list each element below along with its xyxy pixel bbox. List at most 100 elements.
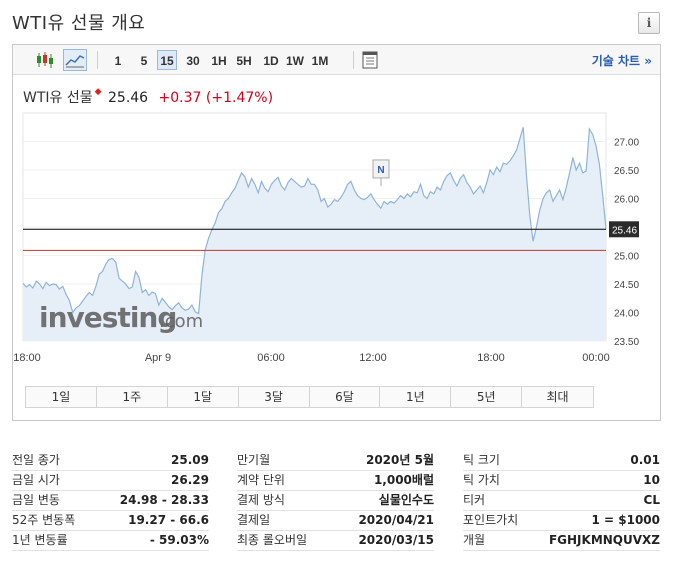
- x-tick-label: 06:00: [257, 352, 285, 364]
- stat-label: 전일 종가: [12, 453, 60, 467]
- investing-watermark: investing: [39, 301, 176, 334]
- stat-value: 10: [643, 473, 660, 487]
- up-arrow-icon: ◆: [94, 87, 102, 97]
- interval-button-1[interactable]: 1: [111, 50, 125, 70]
- stat-label: 틱 가치: [463, 473, 500, 487]
- stat-value: 2020/03/15: [358, 533, 434, 547]
- stat-label: 금일 시가: [12, 473, 60, 487]
- stat-label: 개월: [463, 533, 486, 547]
- chart-toolbar: 1 5 15 30 1H 5H 1D 1W 1M 기술 차트 »: [13, 45, 660, 75]
- interval-button-1w[interactable]: 1W: [284, 50, 306, 70]
- period-button[interactable]: 최대: [522, 387, 593, 407]
- y-tick-label: 24.00: [614, 309, 639, 320]
- quote-name: WTI유 선물: [23, 90, 93, 106]
- quote-change-value: +0.37: [158, 90, 202, 106]
- stat-label: 52주 변동폭: [12, 513, 76, 527]
- stat-label: 티커: [463, 493, 486, 507]
- quote-change: +0.37 (+1.47%): [159, 90, 274, 106]
- stat-value: 26.29: [171, 473, 209, 487]
- interval-button-5[interactable]: 5: [137, 50, 151, 70]
- stat-label: 만기월: [237, 453, 271, 467]
- candlestick-icon: [37, 52, 53, 68]
- y-tick-label: 23.50: [614, 337, 639, 348]
- page-title: WTI유 선물 개요: [12, 13, 146, 34]
- stat-value: 24.98 - 28.33: [119, 493, 209, 507]
- period-button[interactable]: 6달: [310, 387, 381, 407]
- stats-column-2: 만기월 2020년 5월계약 단위 1,000배럴결제 방식 실물인수도결제일 2020…: [237, 451, 434, 551]
- stat-row: 포인트가치 1 = $1000: [463, 511, 660, 531]
- stat-value: CL: [643, 493, 660, 507]
- quote-line: WTI유 선물 ◆ 25.46 +0.37 (+1.47%): [23, 87, 273, 107]
- stat-value: 2020/04/21: [358, 513, 434, 527]
- y-tick-label: 26.50: [614, 166, 639, 177]
- quote-price: 25.46: [108, 90, 149, 106]
- stat-value: 실물인수도: [378, 493, 434, 507]
- period-button[interactable]: 5년: [451, 387, 523, 407]
- y-tick-label: 24.50: [614, 280, 639, 291]
- y-tick-label: 26.00: [614, 195, 639, 206]
- x-tick-label: 00:00: [582, 352, 610, 364]
- y-tick-label: 27.00: [614, 138, 639, 149]
- chart-panel: 1 5 15 30 1H 5H 1D 1W 1M 기술 차트 » WTI유 선물 ◆ 25.46 …: [12, 44, 661, 421]
- interval-button-5h[interactable]: 5H: [234, 50, 254, 70]
- quote-change-pct: (+1.47%): [205, 90, 274, 106]
- price-chart[interactable]: 27.0026.5026.0025.5025.0024.5024.0023.50…: [13, 105, 660, 375]
- x-tick-label: 12:00: [359, 352, 387, 364]
- stat-value: FGHJKMNQUVXZ: [548, 533, 660, 547]
- stat-label: 결제 방식: [237, 493, 285, 507]
- stat-label: 틱 크기: [463, 453, 500, 467]
- info-icon: i: [646, 16, 652, 30]
- technical-chart-link[interactable]: 기술 차트 »: [592, 52, 652, 69]
- stat-row: 결제일 2020/04/21: [237, 511, 434, 531]
- stat-value: - 59.03%: [149, 533, 209, 547]
- news-marker-label: N: [377, 165, 384, 176]
- stat-label: 포인트가치: [463, 513, 519, 527]
- x-tick-label: 18:00: [13, 352, 41, 364]
- stat-row: 만기월 2020년 5월: [237, 451, 434, 471]
- stat-value: 0.01: [630, 453, 660, 467]
- stat-row: 결제 방식 실물인수도: [237, 491, 434, 511]
- period-button[interactable]: 1년: [380, 387, 452, 407]
- stats-column-3: 틱 크기 0.01 틱 가치 10 티커 CL 포인트가치 1 = $1000 개월 FGHJKM…: [463, 451, 660, 551]
- stat-row: 틱 크기 0.01: [463, 451, 660, 471]
- info-button[interactable]: i: [638, 12, 660, 34]
- current-price-label: 25.46: [612, 225, 637, 236]
- interval-button-30[interactable]: 30: [183, 50, 203, 70]
- toolbar-divider: [353, 51, 354, 69]
- stat-value: 25.09: [171, 453, 209, 467]
- stat-label: 결제일: [237, 513, 271, 527]
- stat-row: 최종 롤오버일 2020/03/15: [237, 531, 434, 551]
- stat-row: 틱 가치 10: [463, 471, 660, 491]
- stat-row: 계약 단위 1,000배럴: [237, 471, 434, 491]
- stat-row: 금일 시가 26.29: [12, 471, 209, 491]
- interval-button-1h[interactable]: 1H: [209, 50, 229, 70]
- period-button[interactable]: 3달: [239, 387, 310, 407]
- stat-value: 1,000배럴: [373, 473, 434, 487]
- stat-label: 1년 변동률: [12, 533, 68, 547]
- candlestick-chart-button[interactable]: [33, 49, 57, 71]
- stats-column-1: 전일 종가 25.09 금일 시가 26.29 금일 변동 24.98 - 28.33 52…: [12, 451, 209, 551]
- stat-row: 금일 변동 24.98 - 28.33: [12, 491, 209, 511]
- period-button[interactable]: 1일: [26, 387, 97, 407]
- stat-label: 계약 단위: [237, 473, 285, 487]
- stat-row: 전일 종가 25.09: [12, 451, 209, 471]
- interval-button-15[interactable]: 15: [157, 50, 177, 70]
- stat-row: 52주 변동폭 19.27 - 66.6: [12, 511, 209, 531]
- stat-label: 금일 변동: [12, 493, 60, 507]
- stat-value: 1 = $1000: [591, 513, 660, 527]
- period-button[interactable]: 1주: [97, 387, 168, 407]
- x-tick-label: 18:00: [477, 352, 505, 364]
- document-icon: [362, 51, 378, 69]
- interval-button-1d[interactable]: 1D: [261, 50, 281, 70]
- stat-row: 개월 FGHJKMNQUVXZ: [463, 531, 660, 551]
- stat-value: 2020년 5월: [365, 453, 434, 467]
- area-chart-icon: [65, 55, 85, 68]
- area-chart-button[interactable]: [63, 49, 87, 71]
- interval-button-1m[interactable]: 1M: [309, 50, 331, 70]
- stat-row: 1년 변동률 - 59.03%: [12, 531, 209, 551]
- x-tick-label: Apr 9: [145, 352, 171, 364]
- period-button[interactable]: 1달: [168, 387, 239, 407]
- chart-settings-button[interactable]: [358, 49, 382, 71]
- period-selector: 1일 1주 1달 3달 6달 1년 5년 최대: [25, 386, 594, 408]
- stat-row: 티커 CL: [463, 491, 660, 511]
